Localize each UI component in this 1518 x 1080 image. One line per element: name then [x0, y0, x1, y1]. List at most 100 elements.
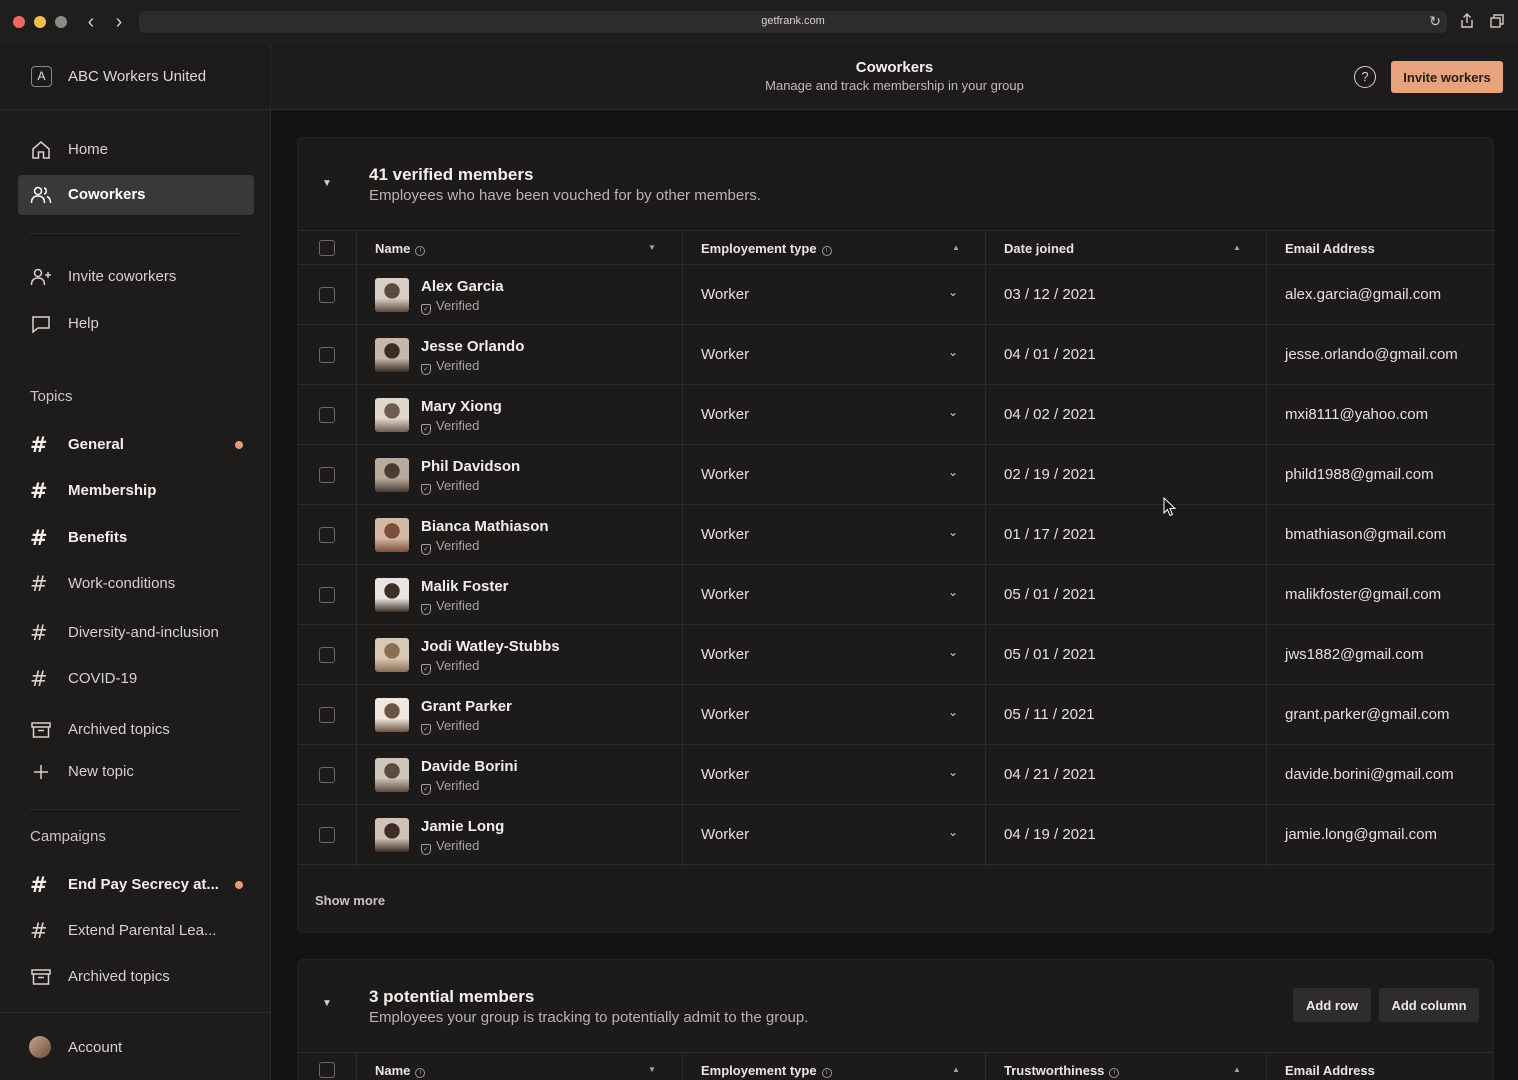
sort-asc-icon[interactable]: ▲	[1233, 1065, 1241, 1074]
employment-type-select[interactable]: Worker	[701, 586, 749, 603]
employment-type-select[interactable]: Worker	[701, 406, 749, 423]
member-name[interactable]: Mary Xiong	[421, 398, 502, 415]
member-name[interactable]: Jamie Long	[421, 818, 504, 835]
row-checkbox[interactable]	[319, 287, 335, 303]
table-row[interactable]: Jodi Watley-Stubbs ✓ Verified Worker ⌄ 05 / 0…	[298, 625, 1495, 685]
sort-asc-icon[interactable]: ▲	[1233, 243, 1241, 252]
help-icon[interactable]: ?	[1354, 66, 1376, 88]
row-checkbox[interactable]	[319, 587, 335, 603]
email-address: phild1988@gmail.com	[1285, 466, 1434, 483]
select-all-checkbox[interactable]	[319, 1062, 335, 1078]
show-more-link[interactable]: Show more	[315, 893, 385, 908]
member-name[interactable]: Alex Garcia	[421, 278, 504, 295]
table-row[interactable]: Alex Garcia ✓ Verified Worker ⌄ 03 / 12 / 202…	[298, 265, 1495, 325]
sidebar-item-topic-work-conditions[interactable]: # Work-conditions	[18, 564, 254, 604]
add-row-button[interactable]: Add row	[1293, 988, 1371, 1022]
sort-desc-icon[interactable]: ▼	[648, 243, 656, 252]
row-checkbox[interactable]	[319, 467, 335, 483]
table-row[interactable]: Phil Davidson ✓ Verified Worker ⌄ 02 / 19 / 2…	[298, 445, 1495, 505]
sidebar-item-campaign-pay-secrecy[interactable]: # End Pay Secrecy at...	[18, 865, 254, 905]
member-name[interactable]: Grant Parker	[421, 698, 512, 715]
account-menu[interactable]: Account	[0, 1012, 270, 1080]
sidebar-item-invite-coworkers[interactable]: Invite coworkers	[18, 257, 254, 297]
date-joined: 05 / 01 / 2021	[1004, 646, 1096, 663]
sidebar-item-label: COVID-19	[68, 670, 138, 687]
table-row[interactable]: Grant Parker ✓ Verified Worker ⌄ 05 / 11 / 20…	[298, 685, 1495, 745]
invite-workers-button[interactable]: Invite workers	[1391, 61, 1503, 93]
sidebar-item-campaign-parental-leave[interactable]: # Extend Parental Lea...	[18, 911, 254, 951]
row-checkbox[interactable]	[319, 527, 335, 543]
row-checkbox[interactable]	[319, 647, 335, 663]
close-window-button[interactable]	[13, 16, 25, 28]
sidebar-divider	[30, 809, 240, 810]
chevron-down-icon[interactable]: ⌄	[948, 825, 958, 839]
chevron-down-icon[interactable]: ⌄	[948, 465, 958, 479]
add-column-button[interactable]: Add column	[1379, 988, 1479, 1022]
row-checkbox[interactable]	[319, 707, 335, 723]
reload-icon[interactable]: ↻	[1429, 13, 1441, 30]
sort-asc-icon[interactable]: ▲	[952, 1065, 960, 1074]
share-icon[interactable]	[1458, 12, 1476, 30]
employment-type-select[interactable]: Worker	[701, 346, 749, 363]
sidebar-item-new-topic[interactable]: New topic	[18, 752, 254, 792]
chevron-down-icon[interactable]: ⌄	[948, 765, 958, 779]
chevron-down-icon[interactable]: ⌄	[948, 645, 958, 659]
employment-type-select[interactable]: Worker	[701, 766, 749, 783]
select-all-checkbox[interactable]	[319, 240, 335, 256]
row-checkbox[interactable]	[319, 347, 335, 363]
sort-asc-icon[interactable]: ▲	[952, 243, 960, 252]
minimize-window-button[interactable]	[34, 16, 46, 28]
sidebar-item-coworkers[interactable]: Coworkers	[18, 175, 254, 215]
collapse-caret-icon[interactable]: ▼	[320, 998, 334, 1012]
table-row[interactable]: Jamie Long ✓ Verified Worker ⌄ 04 / 19 / 2021…	[298, 805, 1495, 865]
sidebar-item-topic-covid[interactable]: # COVID-19	[18, 659, 254, 699]
table-row[interactable]: Jesse Orlando ✓ Verified Worker ⌄ 04 / 01 / 2…	[298, 325, 1495, 385]
sidebar-item-topic-benefits[interactable]: # Benefits	[18, 518, 254, 558]
workspace-switcher[interactable]: A ABC Workers United	[0, 44, 270, 110]
row-checkbox[interactable]	[319, 407, 335, 423]
employment-type-select[interactable]: Worker	[701, 646, 749, 663]
date-joined: 05 / 11 / 2021	[1004, 706, 1095, 723]
tabs-icon[interactable]	[1488, 12, 1506, 30]
sidebar-item-topic-diversity[interactable]: # Diversity-and-inclusion	[18, 613, 254, 653]
member-name[interactable]: Jesse Orlando	[421, 338, 524, 355]
row-checkbox[interactable]	[319, 827, 335, 843]
sidebar-item-help[interactable]: Help	[18, 304, 254, 344]
chevron-down-icon[interactable]: ⌄	[948, 345, 958, 359]
table-row[interactable]: Davide Borini ✓ Verified Worker ⌄ 04 / 21 / 2…	[298, 745, 1495, 805]
sidebar-item-archived-topics[interactable]: Archived topics	[18, 710, 254, 750]
forward-arrow-icon[interactable]: ›	[109, 10, 129, 34]
sidebar-item-home[interactable]: Home	[18, 130, 254, 170]
verified-status: ✓ Verified	[421, 358, 479, 375]
campaigns-heading: Campaigns	[30, 828, 106, 845]
avatar	[375, 578, 409, 612]
chevron-down-icon[interactable]: ⌄	[948, 285, 958, 299]
sidebar-item-topic-general[interactable]: # General	[18, 425, 254, 465]
table-row[interactable]: Malik Foster ✓ Verified Worker ⌄ 05 / 01 / 20…	[298, 565, 1495, 625]
member-name[interactable]: Malik Foster	[421, 578, 509, 595]
member-name[interactable]: Jodi Watley-Stubbs	[421, 638, 560, 655]
employment-type-select[interactable]: Worker	[701, 466, 749, 483]
member-name[interactable]: Davide Borini	[421, 758, 518, 775]
sidebar-item-archived-campaigns[interactable]: Archived topics	[18, 957, 254, 997]
row-checkbox[interactable]	[319, 767, 335, 783]
chevron-down-icon[interactable]: ⌄	[948, 705, 958, 719]
member-name[interactable]: Bianca Mathiason	[421, 518, 549, 535]
sort-desc-icon[interactable]: ▼	[648, 1065, 656, 1074]
back-arrow-icon[interactable]: ‹	[81, 10, 101, 34]
employment-type-select[interactable]: Worker	[701, 706, 749, 723]
employment-type-select[interactable]: Worker	[701, 526, 749, 543]
employment-type-select[interactable]: Worker	[701, 286, 749, 303]
chevron-down-icon[interactable]: ⌄	[948, 405, 958, 419]
table-row[interactable]: Mary Xiong ✓ Verified Worker ⌄ 04 / 02 / 2021…	[298, 385, 1495, 445]
employment-type-select[interactable]: Worker	[701, 826, 749, 843]
zoom-window-button[interactable]	[55, 16, 67, 28]
chevron-down-icon[interactable]: ⌄	[948, 585, 958, 599]
member-name[interactable]: Phil Davidson	[421, 458, 520, 475]
sidebar-item-topic-membership[interactable]: # Membership	[18, 471, 254, 511]
table-row[interactable]: Bianca Mathiason ✓ Verified Worker ⌄ 01 / 17 …	[298, 505, 1495, 565]
chevron-down-icon[interactable]: ⌄	[948, 525, 958, 539]
address-bar[interactable]: getfrank.com ↻	[139, 11, 1447, 33]
collapse-caret-icon[interactable]: ▼	[320, 178, 334, 192]
sidebar-item-label: Archived topics	[68, 968, 170, 985]
